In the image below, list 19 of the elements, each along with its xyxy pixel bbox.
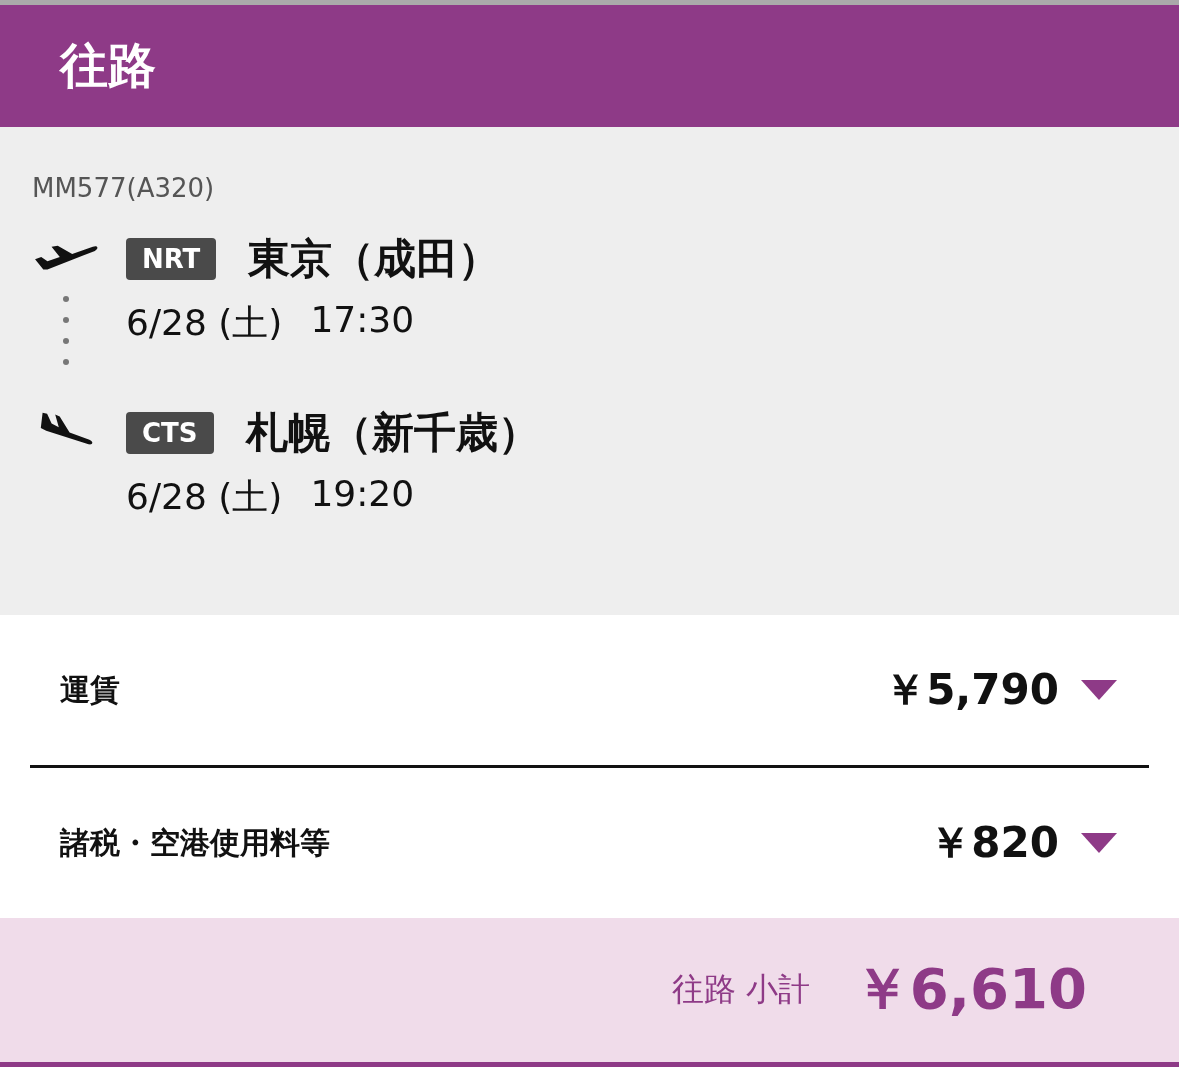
flight-date: 6/28 (土) xyxy=(126,475,283,519)
flight-date: 6/28 (土) xyxy=(126,301,283,345)
route-dots xyxy=(62,295,70,367)
subtotal-label: 往路 小計 xyxy=(671,969,810,1010)
caret-icon[interactable] xyxy=(1081,833,1117,853)
airport-code-badge: NRT xyxy=(126,238,217,280)
flight-number: MM577(A320) xyxy=(32,173,216,203)
airport-name: 東京（成田） xyxy=(248,233,501,285)
airport-name: 札幌（新千歳） xyxy=(245,407,540,459)
caret-icon[interactable] xyxy=(1081,680,1117,700)
airport-code-badge: CTS xyxy=(126,412,214,454)
fare-label: 運賃 xyxy=(60,670,121,709)
fare-label: 諸税・空港使用料等 xyxy=(60,823,331,862)
fare-amount: ￥5,790 xyxy=(884,664,1059,716)
fare-amount: ￥820 xyxy=(929,817,1059,869)
section-title: 往路 xyxy=(60,36,156,95)
flight-time: 19:20 xyxy=(310,473,415,516)
flight-time: 17:30 xyxy=(310,299,415,342)
subtotal-amount: ￥6,610 xyxy=(853,955,1087,1023)
